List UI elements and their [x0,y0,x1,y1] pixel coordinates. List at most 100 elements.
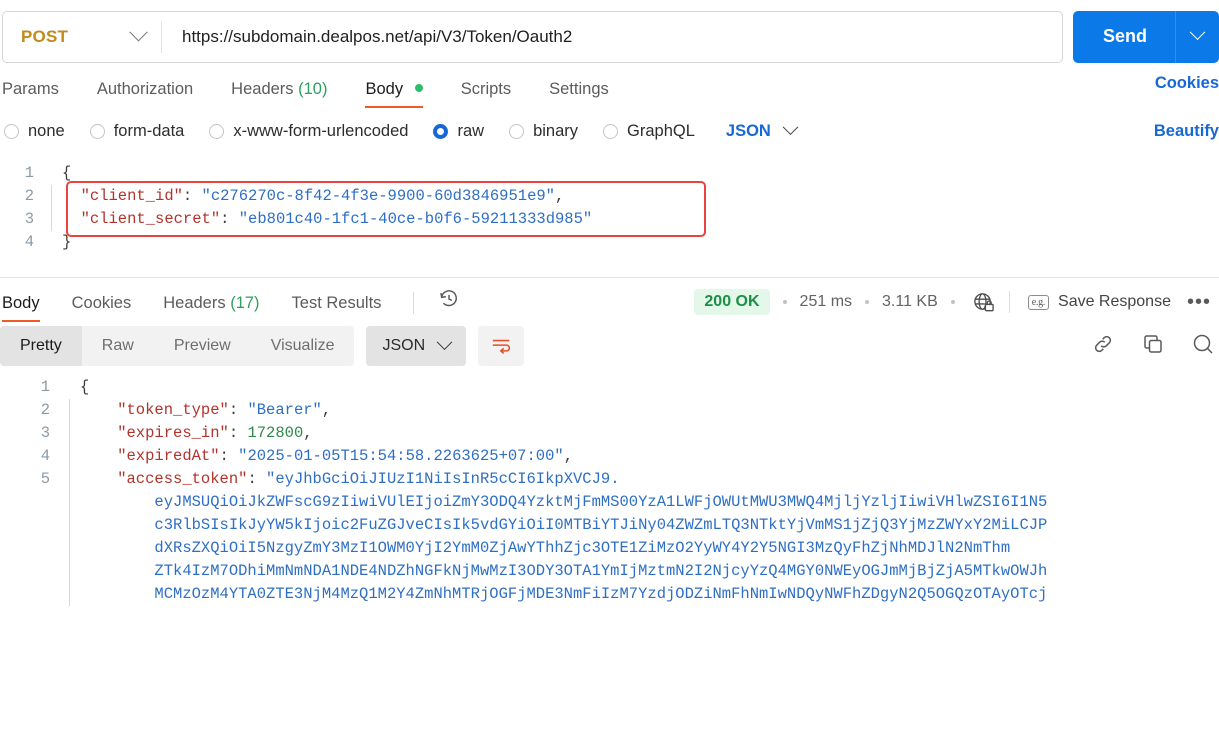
code-text: "expires_in": 172800, [80,424,313,442]
code-line: 2 "client_id": "c276270c-8f42-4f3e-9900-… [0,185,1219,208]
raw-format-label: JSON [725,122,771,140]
separator-dot [950,300,955,304]
radio-icon [509,124,525,139]
body-type-none[interactable]: none [4,122,65,141]
url-input[interactable] [162,26,1062,47]
response-format-selector[interactable]: JSON [366,326,467,366]
code-line: c3RlbSIsIkJyYW5kIjoic2FuZGJveCIsIk5vdGYi… [0,514,1219,537]
code-text: { [62,164,72,182]
tab-count: (17) [230,294,260,312]
fold-guide [66,445,80,468]
tab-headers[interactable]: Headers (10) [231,80,327,108]
tab-label: Test Results [291,294,382,312]
fold-guide [66,583,80,606]
fold-guide [66,422,80,445]
response-tab-test-results[interactable]: Test Results [292,294,382,322]
view-mode-label: Pretty [20,337,62,354]
view-mode-label: Visualize [270,337,335,354]
body-type-label: form-data [113,122,185,140]
chevron-down-icon [129,23,148,42]
url-bar: POST Send [0,0,1219,66]
body-type-binary[interactable]: binary [509,122,578,141]
tab-label: Settings [549,80,609,98]
view-mode-preview[interactable]: Preview [154,326,251,366]
tab-authorization[interactable]: Authorization [97,80,193,108]
more-options-icon[interactable]: ••• [1187,292,1211,312]
body-type-row: none form-data x-www-form-urlencoded raw… [0,108,1219,155]
body-type-raw[interactable]: raw [433,122,484,141]
body-type-graphql[interactable]: GraphQL [603,122,695,141]
copy-icon[interactable] [1141,332,1165,356]
beautify-link[interactable]: Beautify [1154,122,1219,141]
send-button[interactable]: Send [1072,10,1175,63]
tab-label: Cookies [71,294,132,312]
response-tab-body[interactable]: Body [2,294,40,322]
body-type-urlencoded[interactable]: x-www-form-urlencoded [209,122,408,141]
response-action-icons [1091,332,1215,356]
chevron-down-icon [436,333,453,350]
response-tab-cookies[interactable]: Cookies [72,294,132,322]
response-view-toolbar: Pretty Raw Preview Visualize JSON [0,322,1219,370]
tab-body[interactable]: Body [365,80,423,108]
response-size: 3.11 KB [882,293,938,310]
code-text: eyJMSUQiOiJkZWFscG9zIiwiVUlEIjoiZmY3ODQ4… [80,493,1048,511]
radio-selected-icon [433,124,449,139]
tab-params[interactable]: Params [2,80,59,108]
raw-format-selector[interactable]: JSON [725,119,799,141]
code-text: "access_token": "eyJhbGciOiJIUzI1NiIsInR… [80,470,620,488]
postman-request-response-view: POST Send Params Authorization Headers (… [0,0,1219,741]
response-status-group: 200 OK 251 ms 3.11 KB e.g. Save Response [694,289,1211,315]
body-modified-dot-icon [414,84,423,92]
fold-guide [66,491,80,514]
http-method-label: POST [21,26,69,46]
body-type-label: raw [457,122,485,140]
globe-lock-icon[interactable] [972,291,995,314]
line-number: 2 [40,401,50,419]
tab-label: Headers [163,294,226,312]
view-mode-visualize[interactable]: Visualize [251,326,355,366]
body-type-label: binary [533,122,579,140]
tab-settings[interactable]: Settings [549,80,609,108]
code-text: c3RlbSIsIkJyYW5kIjoic2FuZGJveCIsIk5vdGYi… [80,516,1048,534]
code-text: "client_id": "c276270c-8f42-4f3e-9900-60… [62,187,565,205]
response-tab-headers[interactable]: Headers (17) [163,294,259,322]
fold-guide [66,514,80,537]
chevron-down-icon [1189,24,1206,41]
cookies-link[interactable]: Cookies [1155,74,1219,93]
save-response-button[interactable]: e.g. Save Response [1027,293,1171,311]
search-icon[interactable] [1191,332,1215,356]
response-body-editor[interactable]: 1{2 "token_type": "Bearer", 3 "expires_in… [0,370,1219,606]
code-text: { [80,378,90,396]
code-line: 4 "expiredAt": "2025-01-05T15:54:58.2263… [0,445,1219,468]
fold-guide [66,468,80,491]
body-type-label: none [28,122,65,140]
tab-scripts[interactable]: Scripts [461,80,511,108]
fold-guide [66,537,80,560]
line-number [0,583,66,606]
body-type-label: GraphQL [627,122,695,140]
send-options-button[interactable] [1175,10,1219,63]
tab-label: Body [365,80,404,98]
url-box: POST [2,10,1063,63]
link-icon[interactable] [1091,332,1115,356]
tab-count: (10) [298,80,328,98]
history-icon[interactable] [438,288,460,315]
divider [413,292,415,314]
code-text: ZTk4IzM7ODhiMmNmNDA1NDE4NDZhNGFkNjMwMzI3… [80,562,1048,580]
request-body-editor[interactable]: 1{2 "client_id": "c276270c-8f42-4f3e-990… [0,155,1219,260]
body-type-form-data[interactable]: form-data [89,122,185,141]
http-method-selector[interactable]: POST [3,12,161,62]
fold-guide [48,162,62,185]
view-mode-raw[interactable]: Raw [82,326,154,366]
separator-dot [865,300,870,304]
line-number [0,537,66,560]
code-line: 4} [0,231,1219,254]
view-mode-pretty[interactable]: Pretty [0,326,82,366]
response-time: 251 ms [799,293,853,310]
fold-guide [48,185,62,208]
response-view-mode-group: Pretty Raw Preview Visualize [0,326,355,366]
view-mode-label: Raw [101,337,134,354]
wrap-lines-button[interactable] [478,326,525,366]
code-text: "expiredAt": "2025-01-05T15:54:58.226362… [80,447,574,465]
line-number: 3 [40,424,50,442]
